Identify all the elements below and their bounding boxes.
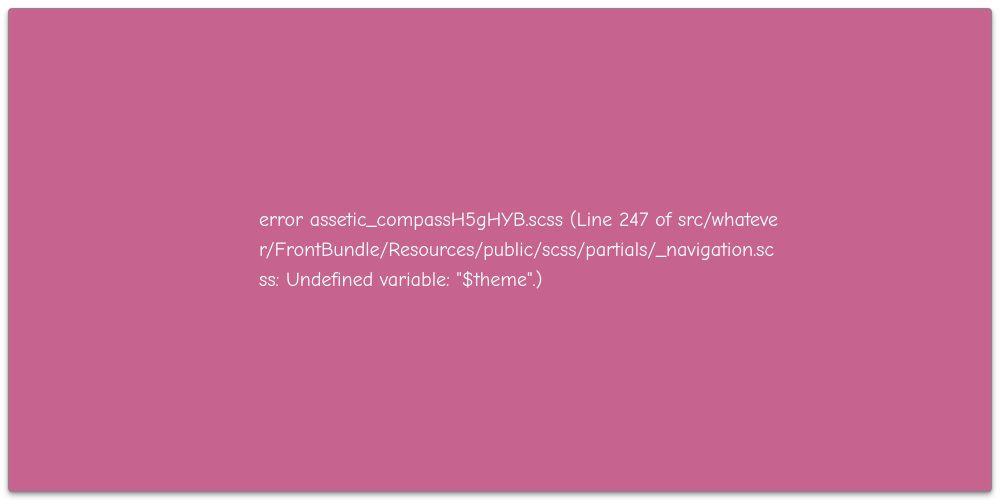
error-panel: error assetic_compassH5gHYB.scss (Line 2… bbox=[8, 8, 992, 492]
error-message: error assetic_compassH5gHYB.scss (Line 2… bbox=[259, 205, 779, 295]
